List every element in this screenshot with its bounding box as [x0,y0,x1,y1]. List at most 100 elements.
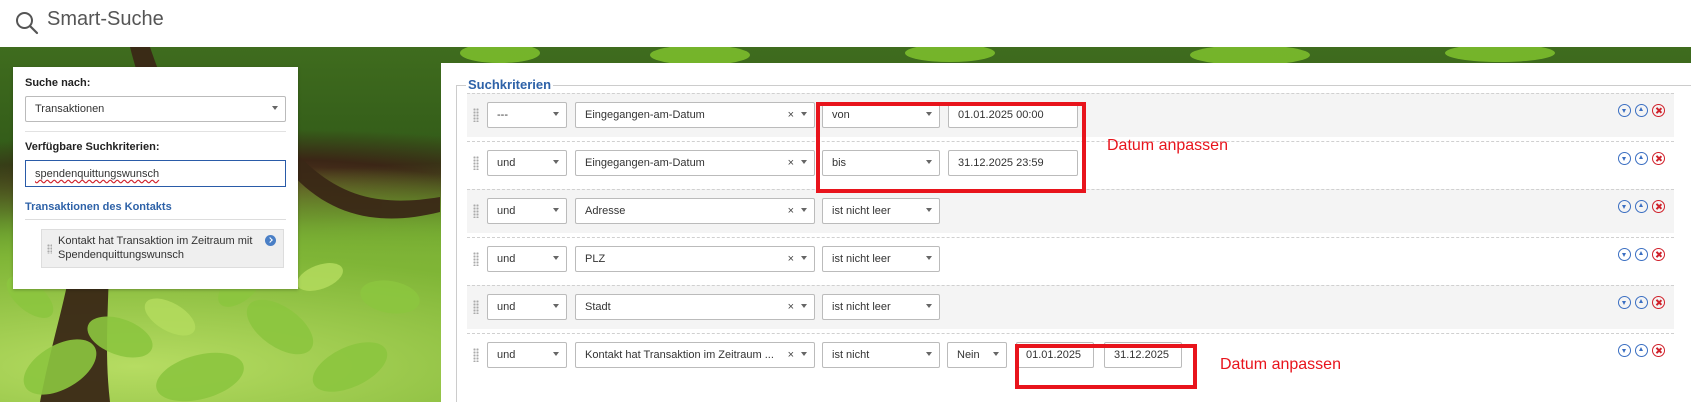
move-down-icon[interactable] [1618,344,1631,357]
search-icon[interactable] [14,10,40,36]
chevron-down-icon [553,208,559,212]
field-value: Eingegangen-am-Datum [585,157,705,169]
chevron-down-icon [553,352,559,356]
move-down-icon[interactable] [1618,200,1631,213]
move-up-icon[interactable] [1635,344,1648,357]
chevron-down-icon [926,256,932,260]
row-actions [1618,152,1670,166]
criteria-row: und Stadt × ist nicht leer [467,285,1674,329]
field-value: Stadt [585,301,611,313]
operator-value: und [497,301,516,313]
criteria-group-title[interactable]: Transaktionen des Kontakts [25,201,286,220]
remove-icon[interactable] [1652,296,1665,309]
move-up-icon[interactable] [1635,104,1648,117]
chevron-down-icon [801,352,807,356]
clear-icon[interactable]: × [788,109,794,121]
criteria-card-label: Kontakt hat Transaktion im Zeitraum mit … [58,235,253,261]
drag-handle-icon[interactable] [473,108,479,122]
chevron-down-icon [993,352,999,356]
remove-icon[interactable] [1652,248,1665,261]
top-bar: Smart-Suche [0,0,1691,47]
annotation-note-2: Datum anpassen [1220,356,1341,373]
remove-icon[interactable] [1652,104,1665,117]
field-select[interactable]: Eingegangen-am-Datum × [575,150,815,176]
comparator-select[interactable]: ist nicht leer [822,246,940,272]
chevron-down-icon [553,160,559,164]
drag-handle-icon[interactable] [47,244,52,254]
criteria-row: und Adresse × ist nicht leer [467,189,1674,233]
comparator-value: ist nicht leer [832,301,891,313]
field-value: Eingegangen-am-Datum [585,109,705,121]
chevron-down-icon [553,112,559,116]
operator-select[interactable]: und [487,198,567,224]
operator-select[interactable]: und [487,150,567,176]
search-type-select[interactable]: Transaktionen [25,96,286,122]
annotation-note-1: Datum anpassen [1107,137,1228,154]
criteria-filter-input[interactable]: spendenquittungswunsch [25,160,286,187]
chevron-down-icon [272,106,278,110]
chevron-down-icon [553,256,559,260]
field-select[interactable]: Kontakt hat Transaktion im Zeitraum ... … [575,342,815,368]
clear-icon[interactable]: × [788,205,794,217]
row-actions [1618,344,1670,358]
chevron-down-icon [801,208,807,212]
divider [25,131,286,132]
chevron-down-icon [801,112,807,116]
remove-icon[interactable] [1652,200,1665,213]
comparator-select[interactable]: ist nicht [822,342,940,368]
annotation-box-datetime [816,102,1086,193]
clear-icon[interactable]: × [788,349,794,361]
move-down-icon[interactable] [1618,296,1631,309]
boolean-value: Nein [957,349,980,361]
field-value: Adresse [585,205,626,217]
move-down-icon[interactable] [1618,248,1631,261]
chevron-down-icon [801,304,807,308]
field-select[interactable]: Stadt × [575,294,815,320]
add-arrow-icon[interactable] [265,235,276,246]
operator-value: und [497,157,516,169]
criteria-card[interactable]: Kontakt hat Transaktion im Zeitraum mit … [41,229,284,268]
comparator-value: ist nicht [832,349,870,361]
drag-handle-icon[interactable] [473,252,479,266]
criteria-row: und PLZ × ist nicht leer [467,237,1674,281]
boolean-select[interactable]: Nein [947,342,1007,368]
field-select[interactable]: PLZ × [575,246,815,272]
row-actions [1618,104,1670,118]
move-down-icon[interactable] [1618,152,1631,165]
comparator-select[interactable]: ist nicht leer [822,198,940,224]
move-up-icon[interactable] [1635,200,1648,213]
annotation-box-dates [1015,344,1197,389]
move-up-icon[interactable] [1635,248,1648,261]
search-for-label: Suche nach: [25,77,91,89]
operator-select[interactable]: und [487,246,567,272]
clear-icon[interactable]: × [788,253,794,265]
move-up-icon[interactable] [1635,152,1648,165]
drag-handle-icon[interactable] [473,204,479,218]
remove-icon[interactable] [1652,344,1665,357]
comparator-select[interactable]: ist nicht leer [822,294,940,320]
chevron-down-icon [926,304,932,308]
field-select[interactable]: Adresse × [575,198,815,224]
operator-select[interactable]: --- [487,102,567,128]
clear-icon[interactable]: × [788,301,794,313]
remove-icon[interactable] [1652,152,1665,165]
search-panel: Suche nach: Transaktionen Verfügbare Suc… [13,67,298,289]
operator-select[interactable]: und [487,294,567,320]
move-down-icon[interactable] [1618,104,1631,117]
operator-value: und [497,253,516,265]
field-select[interactable]: Eingegangen-am-Datum × [575,102,815,128]
operator-value: und [497,205,516,217]
operator-select[interactable]: und [487,342,567,368]
move-up-icon[interactable] [1635,296,1648,309]
field-value: PLZ [585,253,606,265]
chevron-down-icon [926,208,932,212]
row-actions [1618,248,1670,262]
drag-handle-icon[interactable] [473,156,479,170]
page-title: Smart-Suche [47,8,164,30]
drag-handle-icon[interactable] [473,300,479,314]
chevron-down-icon [801,160,807,164]
drag-handle-icon[interactable] [473,348,479,362]
row-actions [1618,200,1670,214]
chevron-down-icon [801,256,807,260]
clear-icon[interactable]: × [788,157,794,169]
